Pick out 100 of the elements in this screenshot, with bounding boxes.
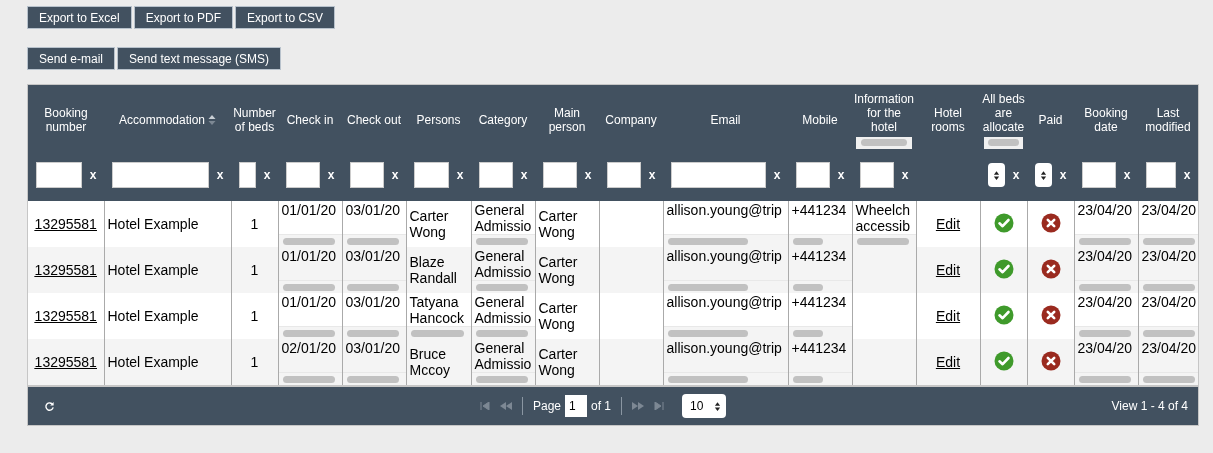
clear-filter[interactable]: x xyxy=(1183,168,1191,182)
scrollbar[interactable] xyxy=(282,375,335,383)
scrollbar[interactable] xyxy=(346,375,399,383)
export-button[interactable]: Export to Excel xyxy=(27,6,132,29)
table-cell: 03/01/20 xyxy=(345,248,400,264)
scrollbar[interactable] xyxy=(475,283,528,291)
table-link[interactable]: Edit xyxy=(935,216,961,232)
table-cell: 23/04/20 xyxy=(1141,340,1196,356)
clear-filter[interactable]: x xyxy=(520,168,528,182)
filter-field[interactable] xyxy=(413,162,449,188)
filter-field[interactable] xyxy=(670,162,766,188)
scrollbar[interactable] xyxy=(346,283,399,291)
scrollbar[interactable] xyxy=(1142,375,1195,383)
clear-filter[interactable]: x xyxy=(837,168,845,182)
clear-filter[interactable]: x xyxy=(584,168,592,182)
filter-field[interactable] xyxy=(285,162,320,188)
filter-field[interactable] xyxy=(795,162,830,188)
filter-field[interactable] xyxy=(606,162,641,188)
table-link[interactable]: 13295581 xyxy=(34,308,97,324)
filter-field[interactable] xyxy=(1145,162,1176,188)
scrollbar[interactable] xyxy=(792,237,823,245)
clear-filter[interactable]: x xyxy=(1123,168,1131,182)
table-link[interactable]: 13295581 xyxy=(34,354,97,370)
clear-filter[interactable]: x xyxy=(773,168,781,182)
table-cell: 23/04/20 xyxy=(1141,248,1196,264)
scrollbar[interactable] xyxy=(346,237,399,245)
send-button[interactable]: Send e-mail xyxy=(27,47,116,70)
filter-select[interactable] xyxy=(1034,163,1052,187)
table-cell: allison.young@trip xyxy=(666,294,782,310)
clear-filter[interactable]: x xyxy=(648,168,656,182)
table-cell: Hotel Example xyxy=(107,308,199,324)
table-link[interactable]: Edit xyxy=(935,262,961,278)
export-button[interactable]: Export to PDF xyxy=(133,6,234,29)
scrollbar[interactable] xyxy=(1142,283,1195,291)
column-header: Number of beds xyxy=(232,106,277,134)
scrollbar[interactable] xyxy=(667,283,748,291)
table-cell: allison.young@trip xyxy=(666,202,782,218)
clear-filter[interactable]: x xyxy=(901,168,909,182)
scrollbar[interactable] xyxy=(282,329,335,337)
scrollbar[interactable] xyxy=(792,283,823,291)
last-page-icon[interactable] xyxy=(654,402,665,410)
column-header: Last modified xyxy=(1144,106,1192,134)
table-link[interactable]: 13295581 xyxy=(34,262,97,278)
scrollbar[interactable] xyxy=(1142,237,1195,245)
clear-filter[interactable]: x xyxy=(1012,168,1020,182)
column-header: Paid xyxy=(1038,113,1063,127)
scrollbar[interactable] xyxy=(282,283,335,291)
filter-field[interactable] xyxy=(349,162,384,188)
table-link[interactable]: 13295581 xyxy=(34,216,97,232)
clear-filter[interactable]: x xyxy=(327,168,335,182)
scrollbar[interactable] xyxy=(667,375,748,383)
column-header[interactable]: Accommodation xyxy=(118,113,205,127)
scrollbar[interactable] xyxy=(475,237,528,245)
page-field[interactable]: 1 xyxy=(565,395,588,417)
scrollbar[interactable] xyxy=(988,139,1019,146)
scrollbar[interactable] xyxy=(410,329,464,337)
column-header: Email xyxy=(710,113,741,127)
filter-field[interactable] xyxy=(859,162,894,188)
filter-field[interactable] xyxy=(1081,162,1116,188)
table-cell: 01/01/20 xyxy=(281,248,336,264)
previous-page-icon[interactable] xyxy=(500,402,512,410)
table-link[interactable]: Edit xyxy=(935,308,961,324)
scrollbar[interactable] xyxy=(792,329,823,337)
scrollbar[interactable] xyxy=(346,329,399,337)
scrollbar[interactable] xyxy=(861,139,907,146)
scrollbar[interactable] xyxy=(282,237,335,245)
page-size-select[interactable]: 10 xyxy=(682,394,727,418)
filter-field[interactable] xyxy=(478,162,513,188)
scrollbar[interactable] xyxy=(856,237,909,245)
filter-field[interactable] xyxy=(542,162,577,188)
scrollbar[interactable] xyxy=(1078,237,1131,245)
first-page-icon[interactable] xyxy=(480,402,490,410)
filter-select[interactable] xyxy=(987,163,1005,187)
filter-field[interactable] xyxy=(35,162,82,188)
clear-filter[interactable]: x xyxy=(456,168,464,182)
scrollbar[interactable] xyxy=(475,329,528,337)
scrollbar[interactable] xyxy=(1078,329,1131,337)
scrollbar[interactable] xyxy=(667,329,748,337)
scrollbar[interactable] xyxy=(1078,375,1131,383)
clear-filter[interactable]: x xyxy=(391,168,399,182)
clear-filter[interactable]: x xyxy=(1059,168,1067,182)
export-button[interactable]: Export to CSV xyxy=(235,6,336,29)
clear-filter[interactable]: x xyxy=(89,168,97,182)
sort-icon[interactable] xyxy=(208,114,216,126)
clear-filter[interactable]: x xyxy=(263,168,271,182)
filter-field[interactable] xyxy=(238,162,256,188)
scrollbar[interactable] xyxy=(475,375,528,383)
scrollbar[interactable] xyxy=(792,375,823,383)
clear-filter[interactable]: x xyxy=(216,168,224,182)
scrollbar[interactable] xyxy=(667,237,748,245)
scrollbar[interactable] xyxy=(1142,329,1195,337)
column-header: Persons xyxy=(416,113,461,127)
send-button[interactable]: Send text message (SMS) xyxy=(117,47,282,70)
refresh-icon[interactable] xyxy=(44,400,55,412)
scrollbar[interactable] xyxy=(1078,283,1131,291)
filter-field[interactable] xyxy=(111,162,209,188)
table-link[interactable]: Edit xyxy=(935,354,961,370)
table-cell: Tatyana Hancock xyxy=(409,294,464,326)
table-cell: 02/01/20 xyxy=(281,340,336,356)
next-page-icon[interactable] xyxy=(632,402,645,410)
